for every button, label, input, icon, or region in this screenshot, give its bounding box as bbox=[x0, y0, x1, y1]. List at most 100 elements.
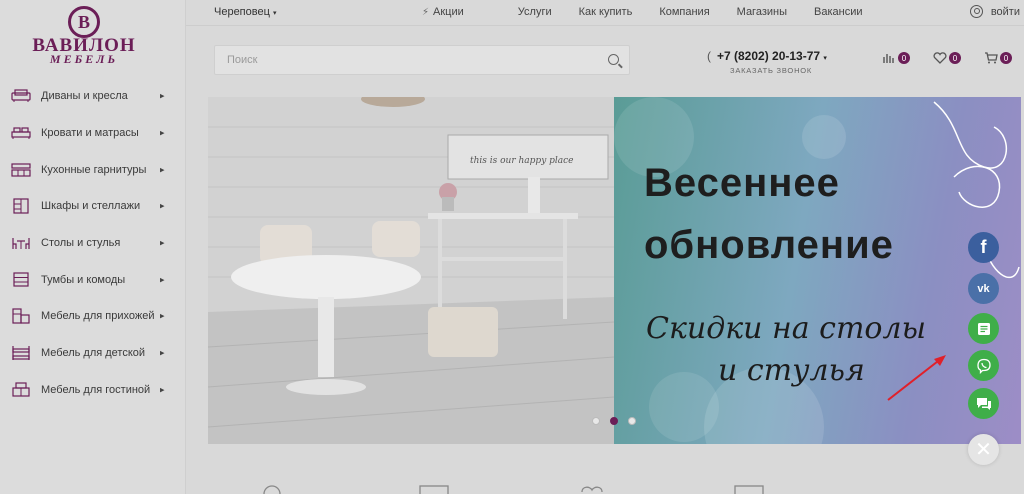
caret-down-icon: ▾ bbox=[823, 55, 827, 62]
menu-item-living-room[interactable]: Мебель для гостиной ▸ bbox=[0, 372, 186, 409]
nav-vacancies[interactable]: Вакансии bbox=[814, 6, 863, 18]
banner-subtitle-line2: и стулья bbox=[718, 353, 865, 388]
login-link[interactable]: войти bbox=[969, 5, 1020, 18]
favorites-count-badge: 0 bbox=[949, 52, 961, 64]
lightning-icon: ⚡ bbox=[422, 7, 430, 18]
city-label: Череповец bbox=[214, 6, 270, 18]
menu-item-beds[interactable]: Кровати и матрасы ▸ bbox=[0, 115, 186, 152]
callback-link[interactable]: ЗАКАЗАТЬ ЗВОНОК bbox=[730, 66, 812, 75]
header-icons: 0 0 0 bbox=[882, 52, 1024, 64]
menu-item-label: Мебель для прихожей bbox=[41, 310, 155, 323]
menu-item-dressers[interactable]: Тумбы и комоды ▸ bbox=[0, 261, 186, 298]
menu-item-wardrobes[interactable]: Шкафы и стеллажи ▸ bbox=[0, 188, 186, 225]
favorites-button[interactable]: 0 bbox=[933, 52, 961, 64]
nav-company[interactable]: Компания bbox=[659, 6, 709, 18]
facebook-button[interactable]: f bbox=[968, 232, 999, 263]
cart-count-badge: 0 bbox=[1000, 52, 1012, 64]
menu-item-label: Столы и стулья bbox=[41, 237, 121, 250]
slider-dots bbox=[592, 417, 646, 425]
caret-down-icon: ▾ bbox=[272, 10, 277, 17]
banner-title-line2: обновление bbox=[644, 223, 894, 267]
nav-promotions[interactable]: ⚡ Акции bbox=[422, 6, 491, 18]
compare-button[interactable]: 0 bbox=[882, 52, 910, 64]
chat-icon bbox=[976, 397, 991, 410]
menu-item-kitchens[interactable]: Кухонные гарнитуры ▸ bbox=[0, 151, 186, 188]
livingroom-icon bbox=[11, 382, 31, 398]
chevron-right-icon: ▸ bbox=[160, 310, 165, 321]
site-logo[interactable]: В ВАВИЛОН МЕБЕЛЬ bbox=[14, 6, 154, 66]
close-icon: ✕ bbox=[975, 439, 992, 461]
table-icon bbox=[11, 235, 31, 251]
banner-promo: Весеннее обновление Скидки на столы и ст… bbox=[614, 97, 1021, 444]
menu-item-sofas[interactable]: Диваны и кресла ▸ bbox=[0, 78, 186, 115]
chevron-right-icon: ▸ bbox=[160, 200, 165, 211]
feedback-form-button[interactable] bbox=[968, 313, 999, 344]
phone-icon: ( bbox=[707, 49, 711, 63]
top-nav: ⚡ Акции Услуги Как купить Компания Магази… bbox=[422, 6, 890, 18]
menu-item-hallway[interactable]: Мебель для прихожей ▸ bbox=[0, 298, 186, 335]
user-icon bbox=[969, 5, 983, 18]
heart-icon bbox=[933, 52, 947, 64]
facebook-icon: f bbox=[980, 237, 987, 257]
bunkbed-icon bbox=[11, 345, 31, 361]
kitchen-icon bbox=[11, 162, 31, 178]
chat-button[interactable] bbox=[968, 388, 999, 419]
menu-item-label: Шкафы и стеллажи bbox=[41, 200, 141, 213]
slider-dot-2[interactable] bbox=[610, 417, 618, 425]
menu-item-tables[interactable]: Столы и стулья ▸ bbox=[0, 225, 186, 262]
chevron-right-icon: ▸ bbox=[160, 347, 165, 358]
menu-item-label: Кровати и матрасы bbox=[41, 127, 139, 140]
nav-services[interactable]: Услуги bbox=[518, 6, 552, 18]
banner-title-line1: Весеннее bbox=[644, 161, 840, 205]
sofa-icon bbox=[11, 88, 31, 104]
dresser-icon bbox=[11, 272, 31, 288]
compare-icon bbox=[883, 54, 894, 63]
search-box bbox=[214, 45, 630, 75]
menu-item-label: Мебель для гостиной bbox=[41, 383, 151, 396]
chevron-right-icon: ▸ bbox=[160, 164, 165, 175]
chevron-right-icon: ▸ bbox=[160, 127, 165, 138]
menu-item-label: Мебель для детской bbox=[41, 347, 146, 360]
nav-how-to-buy[interactable]: Как купить bbox=[579, 6, 633, 18]
city-selector[interactable]: Череповец ▾ bbox=[214, 6, 276, 18]
chevron-right-icon: ▸ bbox=[160, 90, 165, 101]
chevron-right-icon: ▸ bbox=[160, 237, 165, 248]
search-icon[interactable] bbox=[608, 54, 619, 65]
viber-button[interactable] bbox=[968, 350, 999, 381]
chevron-right-icon: ▸ bbox=[160, 274, 165, 285]
phone-label: +7 (8202) 20-13-77 bbox=[717, 49, 821, 63]
close-social-button[interactable]: ✕ bbox=[968, 434, 999, 465]
nav-stores[interactable]: Магазины bbox=[737, 6, 787, 18]
menu-item-kids[interactable]: Мебель для детской ▸ bbox=[0, 335, 186, 372]
left-column: В ВАВИЛОН МЕБЕЛЬ Диваны и кресла ▸ Крова… bbox=[0, 0, 186, 494]
menu-item-label: Диваны и кресла bbox=[41, 90, 128, 103]
nav-label: Акции bbox=[433, 6, 464, 18]
menu-item-label: Тумбы и комоды bbox=[41, 273, 126, 286]
wardrobe-icon bbox=[11, 198, 31, 215]
vk-button[interactable]: vk bbox=[968, 273, 999, 304]
chevron-right-icon: ▸ bbox=[160, 384, 165, 395]
cart-button[interactable]: 0 bbox=[984, 52, 1012, 64]
banner-subtitle-line1: Скидки на столы bbox=[646, 311, 927, 346]
bed-icon bbox=[11, 125, 31, 141]
search-input[interactable] bbox=[215, 46, 585, 74]
bottom-feature-icons bbox=[263, 485, 764, 494]
login-label: войти bbox=[990, 5, 1020, 18]
sign-text: this is our happy place bbox=[470, 156, 574, 166]
catalog-menu: Диваны и кресла ▸ Кровати и матрасы ▸ Ку… bbox=[0, 78, 186, 408]
slider-dot-1[interactable] bbox=[592, 417, 600, 425]
top-bar: Череповец ▾ ⚡ Акции Услуги Как купить Ком… bbox=[186, 0, 1024, 26]
form-icon bbox=[977, 322, 990, 335]
menu-item-label: Кухонные гарнитуры bbox=[41, 163, 147, 176]
compare-count-badge: 0 bbox=[898, 52, 910, 64]
viber-icon bbox=[976, 358, 991, 374]
phone-number[interactable]: ( +7 (8202) 20-13-77 ▾ bbox=[707, 49, 827, 63]
banner-photo: this is our happy place bbox=[208, 97, 615, 444]
logo-emblem: В bbox=[68, 6, 100, 38]
logo-subtitle: МЕБЕЛЬ bbox=[49, 52, 119, 66]
slider-dot-3[interactable] bbox=[628, 417, 636, 425]
vk-icon: vk bbox=[977, 282, 990, 295]
hallway-icon bbox=[11, 308, 31, 325]
cart-icon bbox=[985, 52, 998, 64]
arrow-annotation-icon bbox=[887, 355, 946, 401]
